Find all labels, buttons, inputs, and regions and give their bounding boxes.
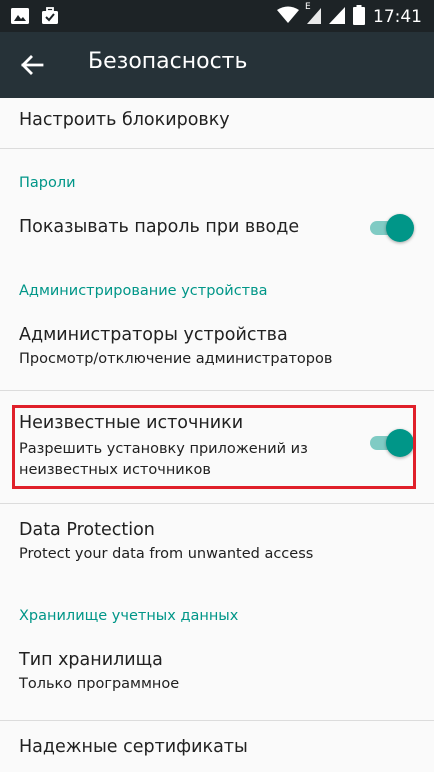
page-title: Безопасность xyxy=(88,49,248,74)
storage-type-title: Тип хранилища xyxy=(19,650,163,670)
configure-lock-item[interactable]: Настроить блокировку xyxy=(0,98,434,148)
storage-type-item[interactable]: Тип хранилища Только программное xyxy=(0,643,434,711)
briefcase-check-icon xyxy=(40,6,60,30)
network-type-label: E xyxy=(305,2,311,12)
app-bar: Безопасность xyxy=(0,32,434,98)
device-admins-summary: Просмотр/отключение администраторов xyxy=(19,351,333,367)
credential-storage-header: Хранилище учетных данных xyxy=(19,608,239,624)
device-admins-item[interactable]: Администраторы устройства Просмотр/отклю… xyxy=(0,318,434,390)
settings-list[interactable]: Настроить блокировку Пароли Показывать п… xyxy=(0,98,434,772)
back-button[interactable] xyxy=(16,49,48,81)
data-protection-item[interactable]: Data Protection Protect your data from u… xyxy=(0,513,434,581)
device-admins-title: Администраторы устройства xyxy=(19,325,288,345)
data-protection-title: Data Protection xyxy=(19,520,155,540)
status-time: 17:41 xyxy=(373,7,422,27)
show-password-title: Показывать пароль при вводе xyxy=(19,217,300,237)
show-password-item[interactable]: Показывать пароль при вводе xyxy=(0,208,434,248)
battery-icon xyxy=(353,5,365,29)
show-password-switch[interactable] xyxy=(370,214,414,242)
signal-icon xyxy=(329,6,345,28)
switch-thumb xyxy=(386,214,414,242)
arrow-back-icon xyxy=(16,55,48,85)
highlight-box xyxy=(12,405,416,489)
divider xyxy=(0,720,434,721)
status-bar: E 17:41 xyxy=(0,0,434,32)
trusted-certs-item[interactable]: Надежные сертификаты xyxy=(0,728,434,772)
passwords-header: Пароли xyxy=(19,175,76,191)
storage-type-summary: Только программное xyxy=(19,676,180,692)
divider xyxy=(0,503,434,504)
divider xyxy=(0,390,434,391)
signal-e-icon: E xyxy=(305,2,321,28)
data-protection-summary: Protect your data from unwanted access xyxy=(19,546,314,562)
divider xyxy=(0,148,434,149)
device-admin-header: Администрирование устройства xyxy=(19,283,268,299)
trusted-certs-title: Надежные сертификаты xyxy=(19,737,248,757)
configure-lock-title: Настроить блокировку xyxy=(19,110,230,130)
wifi-icon xyxy=(277,6,299,28)
image-icon xyxy=(10,6,30,30)
